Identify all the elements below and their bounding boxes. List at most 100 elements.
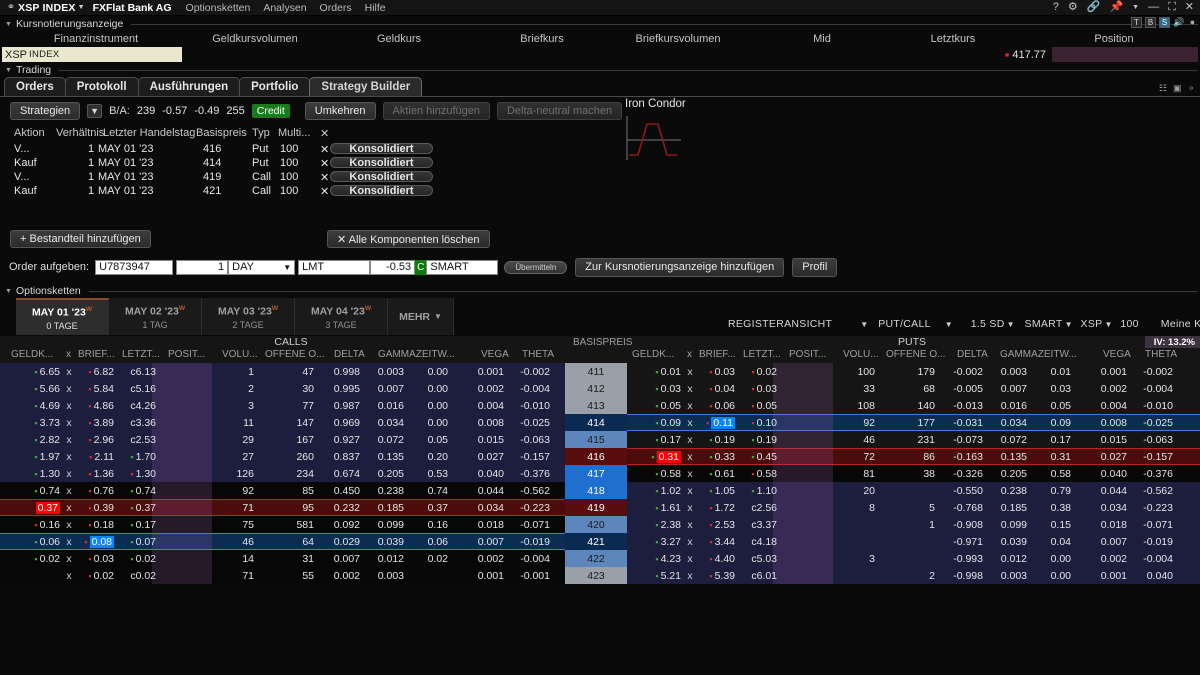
put-open-interest[interactable]: 231 — [879, 431, 935, 448]
copy-icon[interactable]: ☷ — [1159, 83, 1167, 94]
call-gamma[interactable]: 0.003 — [366, 363, 404, 380]
put-delta[interactable]: -0.971 — [945, 533, 983, 550]
table-row[interactable]: 0.37x▪0.39▪0.3771950.2320.1850.370.034-0… — [0, 499, 1200, 516]
call-theta[interactable]: -0.562 — [508, 482, 550, 499]
call-last[interactable]: ▪1.70 — [118, 448, 156, 465]
put-vega[interactable]: 0.027 — [1089, 448, 1127, 465]
legs-col-typ[interactable]: Typ — [252, 127, 270, 139]
put-theta[interactable]: -0.004 — [1131, 550, 1173, 567]
call-last[interactable]: c3.36 — [118, 414, 156, 431]
put-last[interactable]: c5.03 — [739, 550, 777, 567]
put-ask[interactable]: ▪2.53 — [695, 516, 735, 533]
puts-col-gamma[interactable]: GAMMAZEITW... — [1000, 349, 1077, 360]
call-position-cell[interactable] — [152, 380, 212, 397]
calls-col-theta[interactable]: THETA — [522, 349, 554, 360]
put-last[interactable]: ▪0.45 — [739, 448, 777, 465]
call-position-cell[interactable] — [152, 465, 212, 482]
call-theta[interactable]: -0.376 — [508, 465, 550, 482]
call-bid[interactable] — [8, 567, 60, 584]
puts-col-last[interactable]: LETZT... — [743, 349, 781, 360]
menu-item-optionsketten[interactable]: Optionsketten — [186, 2, 251, 14]
put-delta[interactable]: -0.073 — [945, 431, 983, 448]
call-volume[interactable]: 71 — [212, 499, 254, 516]
call-delta[interactable]: 0.987 — [322, 397, 360, 414]
strike-price[interactable]: 415 — [565, 431, 627, 448]
call-last[interactable]: c2.53 — [118, 431, 156, 448]
delete-all-components-button[interactable]: ✕ Alle Komponenten löschen — [327, 230, 490, 248]
delta-neutral-button[interactable]: Delta-neutral machen — [497, 102, 622, 120]
call-bid[interactable]: ▪0.02 — [8, 550, 60, 567]
put-volume[interactable]: 100 — [833, 363, 875, 380]
put-time-value[interactable]: 0.00 — [1033, 550, 1071, 567]
put-ask[interactable]: ▪0.06 — [695, 397, 735, 414]
put-volume[interactable] — [833, 567, 875, 584]
put-bid[interactable]: ▪0.09 — [629, 414, 681, 431]
call-open-interest[interactable]: 95 — [258, 499, 314, 516]
call-time-value[interactable]: 0.06 — [410, 533, 448, 550]
table-row[interactable]: ▪0.02x▪0.03▪0.0214310.0070.0120.020.002-… — [0, 550, 1200, 567]
call-volume[interactable]: 1 — [212, 363, 254, 380]
call-last[interactable]: ▪0.37 — [118, 499, 156, 516]
put-position-cell[interactable] — [773, 516, 833, 533]
close-button[interactable]: ✕ — [1185, 2, 1194, 13]
call-position-cell[interactable] — [152, 533, 212, 550]
puts-col-oi[interactable]: OFFENE O... — [886, 349, 945, 360]
call-time-value[interactable] — [410, 567, 448, 584]
minimize-button[interactable]: — — [1148, 2, 1159, 13]
call-volume[interactable]: 3 — [212, 397, 254, 414]
put-ask[interactable]: ▪3.44 — [695, 533, 735, 550]
call-last[interactable]: c6.13 — [118, 363, 156, 380]
legs-col-delete-icon[interactable]: ✕ — [320, 127, 329, 140]
put-last[interactable]: ▪0.58 — [739, 465, 777, 482]
table-row[interactable]: ▪1.30x▪1.36▪1.301262340.6740.2050.530.04… — [0, 465, 1200, 482]
col-briefkursvolumen[interactable]: Briefkursvolumen — [636, 33, 721, 45]
put-vega[interactable]: 0.004 — [1089, 397, 1127, 414]
call-delta[interactable]: 0.450 — [322, 482, 360, 499]
put-call-filter[interactable]: PUT/CALL — [878, 318, 931, 330]
call-position-cell[interactable] — [152, 550, 212, 567]
call-ask[interactable]: ▪0.18 — [74, 516, 114, 533]
put-bid[interactable]: ▪0.01 — [629, 363, 681, 380]
col-mid[interactable]: Mid — [813, 33, 831, 45]
put-last[interactable]: c6.01 — [739, 567, 777, 584]
limit-price-field[interactable]: -0.53 — [370, 260, 415, 275]
call-gamma[interactable]: 0.185 — [366, 499, 404, 516]
put-ask[interactable]: ▪0.04 — [695, 380, 735, 397]
puts-col-delta[interactable]: DELTA — [957, 349, 988, 360]
put-delta[interactable]: -0.993 — [945, 550, 983, 567]
profile-button[interactable]: Profil — [792, 258, 837, 277]
call-theta[interactable]: -0.004 — [508, 550, 550, 567]
call-time-value[interactable]: 0.00 — [410, 397, 448, 414]
put-open-interest[interactable]: 177 — [879, 414, 935, 431]
put-gamma[interactable]: 0.185 — [989, 499, 1027, 516]
calls-col-gamma[interactable]: GAMMAZEITW... — [378, 349, 455, 360]
tif-select[interactable]: DAY ▼ — [228, 260, 295, 275]
call-open-interest[interactable]: 167 — [258, 431, 314, 448]
call-bid[interactable]: ▪0.74 — [8, 482, 60, 499]
calls-col-oi[interactable]: OFFENE O... — [265, 349, 324, 360]
put-time-value[interactable]: 0.38 — [1033, 499, 1071, 516]
call-bid[interactable]: ▪0.16 — [8, 516, 60, 533]
put-delta[interactable]: -0.031 — [945, 414, 983, 431]
gear-icon[interactable]: ⚙ — [1068, 2, 1078, 13]
put-theta[interactable]: 0.040 — [1131, 567, 1173, 584]
call-open-interest[interactable]: 77 — [258, 397, 314, 414]
put-gamma[interactable]: 0.034 — [989, 414, 1027, 431]
put-bid[interactable]: ▪0.58 — [629, 465, 681, 482]
put-delta[interactable]: -0.998 — [945, 567, 983, 584]
call-last[interactable]: c0.02 — [118, 567, 156, 584]
call-vega[interactable]: 0.004 — [466, 397, 504, 414]
reverse-button[interactable]: Umkehren — [305, 102, 376, 120]
put-gamma[interactable]: 0.238 — [989, 482, 1027, 499]
call-last[interactable]: ▪0.74 — [118, 482, 156, 499]
put-ask[interactable]: ▪0.03 — [695, 363, 735, 380]
put-bid[interactable]: ▪3.27 — [629, 533, 681, 550]
table-row[interactable]: x▪0.02c0.0271550.0020.0030.001-0.001423▪… — [0, 567, 1200, 584]
put-theta[interactable]: -0.223 — [1131, 499, 1173, 516]
call-gamma[interactable]: 0.016 — [366, 397, 404, 414]
title-symbol[interactable]: XSP INDEX — [18, 2, 76, 14]
leg-row[interactable]: Kauf 1 MAY 01 '23 421 Call 100 ✕ ↻ Konso… — [0, 185, 1200, 199]
legs-col-basispreis[interactable]: Basispreis — [196, 127, 247, 139]
leg-delete-icon[interactable]: ✕ — [320, 185, 329, 198]
put-delta[interactable]: -0.002 — [945, 363, 983, 380]
